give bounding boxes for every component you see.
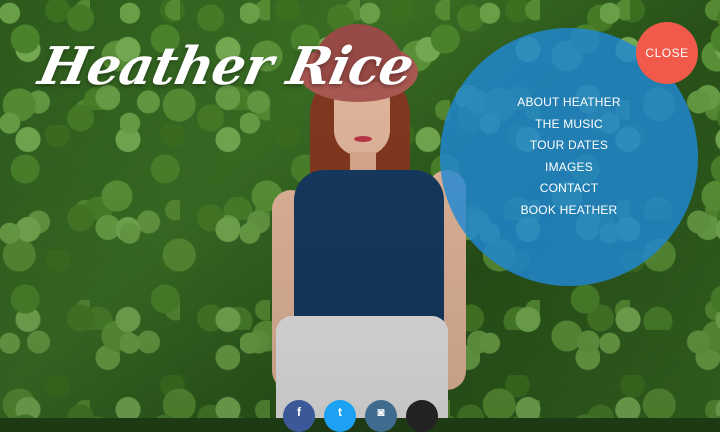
nav-item-the-music[interactable]: THE MUSIC: [440, 114, 698, 136]
nav-item-tour-dates[interactable]: TOUR DATES: [440, 135, 698, 157]
facebook-button[interactable]: f: [283, 400, 315, 432]
twitter-button[interactable]: t: [324, 400, 356, 432]
nav-item-contact[interactable]: CONTACT: [440, 178, 698, 200]
instagram-button[interactable]: ◙: [365, 400, 397, 432]
nav-item-about-heather[interactable]: ABOUT HEATHER: [440, 92, 698, 114]
close-menu-button[interactable]: CLOSE: [636, 22, 698, 84]
apple-music-button[interactable]: [406, 400, 438, 432]
social-links: f t ◙: [283, 400, 438, 432]
facebook-icon: f: [297, 405, 301, 419]
site-logo-title[interactable]: Heather Rice: [34, 36, 419, 97]
instagram-icon: ◙: [377, 405, 385, 419]
nav-item-book-heather[interactable]: BOOK HEATHER: [440, 200, 698, 222]
main-nav-menu: ABOUT HEATHER THE MUSIC TOUR DATES IMAGE…: [440, 92, 698, 221]
nav-item-images[interactable]: IMAGES: [440, 157, 698, 179]
twitter-icon: t: [338, 405, 342, 419]
